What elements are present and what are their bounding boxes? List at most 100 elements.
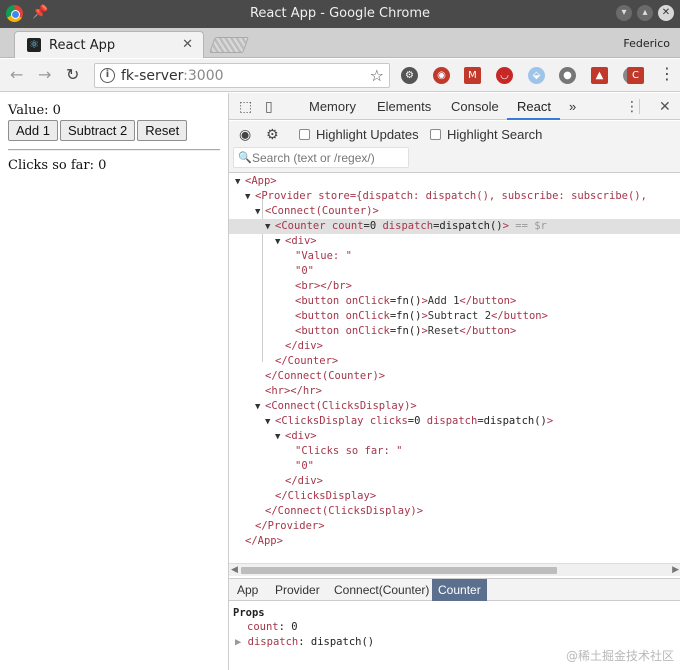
devtools-menu-icon[interactable]: ⋮ xyxy=(625,99,639,115)
tree-row-counter-selected[interactable]: ▼ <Counter count=0 dispatch=dispatch()> =… xyxy=(229,219,680,234)
tree-row-clicks-display[interactable]: ▼ <ClicksDisplay clicks=0 dispatch=dispat… xyxy=(229,414,680,429)
devtools-panel: ⬚ ▯ Memory Elements Console React » ⋮ ✕ … xyxy=(228,93,680,670)
tabbar-separator xyxy=(639,99,640,114)
tree-row-text[interactable]: "Clicks so far: " xyxy=(229,444,680,459)
subtract-2-button[interactable]: Subtract 2 xyxy=(59,120,136,141)
devtools-tabbar: ⬚ ▯ Memory Elements Console React » ⋮ ✕ xyxy=(229,93,680,120)
expand-triangle-icon: ▶ xyxy=(235,636,248,648)
extension-gear-icon[interactable]: ⚙ xyxy=(401,67,418,84)
counter-buttons: Add 1 Subtract 2 Reset xyxy=(8,120,188,141)
chrome-menu-icon[interactable]: ⋮ xyxy=(659,64,675,83)
window-titlebar: 📌 React App - Google Chrome ▾ ▴ ✕ xyxy=(0,0,680,28)
tree-row-text[interactable]: "0" xyxy=(229,459,680,474)
devtools-close-icon[interactable]: ✕ xyxy=(659,99,671,115)
close-icon[interactable]: ✕ xyxy=(658,5,674,21)
url-port: :3000 xyxy=(183,68,224,84)
more-tabs-icon[interactable]: » xyxy=(569,99,576,114)
tree-row-connect-clicks-close[interactable]: </Connect(ClicksDisplay)> xyxy=(229,504,680,519)
address-bar[interactable]: i fk-server:3000 ☆ xyxy=(94,63,390,88)
watermark: @稀土掘金技术社区 xyxy=(565,649,674,663)
tree-row-div-close[interactable]: </div> xyxy=(229,474,680,489)
tree-row-connect-counter[interactable]: ▼ <Connect(Counter)> xyxy=(229,204,680,219)
tree-row-button-add[interactable]: <button onClick=fn()>Add 1</button> xyxy=(229,294,680,309)
tree-row-text[interactable]: "Value: " xyxy=(229,249,680,264)
url-text[interactable]: fk-server:3000 xyxy=(121,68,224,84)
maximize-icon[interactable]: ▴ xyxy=(637,5,653,21)
highlight-updates-label: Highlight Updates xyxy=(316,127,419,142)
tree-row-app[interactable]: ▼ <App> xyxy=(229,174,680,189)
tree-row-div[interactable]: ▼ <div> xyxy=(229,234,680,249)
tab-console[interactable]: Console xyxy=(451,99,499,114)
scroll-left-icon[interactable]: ◀ xyxy=(231,564,238,577)
breadcrumb-counter[interactable]: Counter xyxy=(432,579,487,601)
tab-react-app[interactable]: ⚛ React App ✕ xyxy=(14,31,204,58)
tree-row-connect-clicks[interactable]: ▼ <Connect(ClicksDisplay)> xyxy=(229,399,680,414)
tree-row-counter-close[interactable]: </Counter> xyxy=(229,354,680,369)
extension-gmail-icon[interactable]: M xyxy=(464,67,481,84)
tab-strip: ⚛ React App ✕ Federico xyxy=(0,28,680,58)
clicks-text: Clicks so far: 0 xyxy=(8,158,107,173)
web-page: Value: 0 Add 1 Subtract 2 Reset Clicks s… xyxy=(0,93,228,670)
scrollbar-thumb[interactable] xyxy=(241,567,557,574)
breadcrumb-provider[interactable]: Provider xyxy=(269,579,326,601)
active-tab-underline xyxy=(507,118,560,120)
inspect-icon[interactable]: ⬚ xyxy=(239,99,252,115)
react-toolbar: ◉ ⚙ Highlight Updates Highlight Search 🔍 xyxy=(229,121,680,173)
scroll-right-icon[interactable]: ▶ xyxy=(672,564,679,577)
add-1-button[interactable]: Add 1 xyxy=(8,120,58,141)
settings-gear-icon[interactable]: ⚙ xyxy=(266,127,279,143)
extension-circle-icon[interactable]: ● xyxy=(559,67,576,84)
breadcrumb: App Provider Connect(Counter) Counter xyxy=(229,578,680,601)
window-title: React App - Google Chrome xyxy=(249,6,431,21)
tree-row-app-close[interactable]: </App> xyxy=(229,534,680,549)
highlight-updates-checkbox[interactable] xyxy=(299,129,310,140)
tab-elements[interactable]: Elements xyxy=(377,99,431,114)
tab-memory[interactable]: Memory xyxy=(309,99,356,114)
value-text: Value: 0 xyxy=(8,103,61,118)
extension-pocket-icon[interactable]: ◡ xyxy=(496,67,513,84)
tab-react[interactable]: React xyxy=(517,99,551,114)
breadcrumb-app[interactable]: App xyxy=(231,579,264,601)
breadcrumb-connect-counter[interactable]: Connect(Counter) xyxy=(328,579,435,601)
highlight-search-checkbox[interactable] xyxy=(430,129,441,140)
profile-name[interactable]: Federico xyxy=(623,37,670,50)
tree-row-provider-close[interactable]: </Provider> xyxy=(229,519,680,534)
extension-chart-icon[interactable]: ▲ xyxy=(591,67,608,84)
select-element-icon[interactable]: ◉ xyxy=(239,127,251,143)
forward-icon[interactable]: → xyxy=(38,65,51,84)
prop-dispatch[interactable]: ▶ dispatch: dispatch() xyxy=(235,636,374,648)
tree-search-input[interactable] xyxy=(252,150,402,165)
reload-icon[interactable]: ↻ xyxy=(66,65,79,84)
tree-row-div[interactable]: ▼ <div> xyxy=(229,429,680,444)
react-favicon-icon: ⚛ xyxy=(27,38,41,52)
tree-row-clicks-display-close[interactable]: </ClicksDisplay> xyxy=(229,489,680,504)
search-icon: 🔍 xyxy=(238,151,252,164)
tree-row-button-subtract[interactable]: <button onClick=fn()>Subtract 2</button> xyxy=(229,309,680,324)
tab-label: React App xyxy=(49,38,116,53)
tree-row-hr[interactable]: <hr></hr> xyxy=(229,384,680,399)
tab-close-icon[interactable]: ✕ xyxy=(182,37,193,52)
back-icon[interactable]: ← xyxy=(10,65,23,84)
tree-row-text[interactable]: "0" xyxy=(229,264,680,279)
new-tab-button[interactable] xyxy=(209,37,249,53)
url-host: fk-server xyxy=(121,68,184,84)
tree-row-br[interactable]: <br></br> xyxy=(229,279,680,294)
browser-toolbar: ← → ↻ i fk-server:3000 ☆ ⚙ ◉ M ◡ ⬙ ● ▲ ◎… xyxy=(0,59,680,92)
info-icon[interactable]: i xyxy=(100,68,115,83)
device-toolbar-icon[interactable]: ▯ xyxy=(265,99,273,115)
reset-button[interactable]: Reset xyxy=(137,120,188,141)
bookmark-star-icon[interactable]: ☆ xyxy=(370,66,384,85)
page-divider xyxy=(8,149,220,151)
tree-row-button-reset[interactable]: <button onClick=fn()>Reset</button> xyxy=(229,324,680,339)
tree-row-div-close[interactable]: </div> xyxy=(229,339,680,354)
props-title: Props xyxy=(233,607,265,619)
horizontal-scrollbar[interactable]: ◀ ▶ xyxy=(229,563,680,576)
extension-dropbox-icon[interactable]: ⬙ xyxy=(528,67,545,84)
tree-row-connect-counter-close[interactable]: </Connect(Counter)> xyxy=(229,369,680,384)
extension-cors-icon[interactable]: C xyxy=(627,67,644,84)
highlight-search-label: Highlight Search xyxy=(447,127,543,142)
extension-lastpass-icon[interactable]: ◉ xyxy=(433,67,450,84)
tree-row-provider[interactable]: ▼ <Provider store={dispatch: dispatch(), … xyxy=(229,189,680,204)
prop-count[interactable]: count: 0 xyxy=(247,621,298,633)
minimize-icon[interactable]: ▾ xyxy=(616,5,632,21)
